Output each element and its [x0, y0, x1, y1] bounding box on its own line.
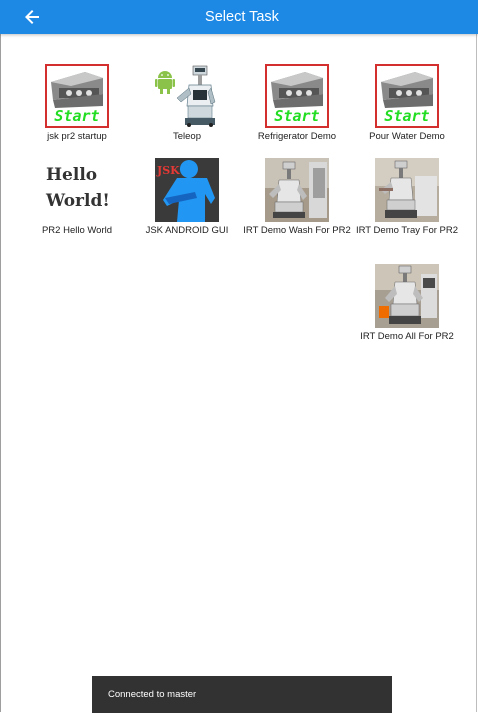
task-teleop[interactable]: Teleop [133, 64, 241, 143]
task-pr2-hello-world[interactable]: Hello World! PR2 Hello World [23, 158, 131, 237]
app-bar: Select Task [0, 0, 478, 34]
task-jsk-android-gui[interactable]: JSK JSK ANDROID GUI [133, 158, 241, 237]
hello-world-icon: Hello World! [45, 158, 109, 222]
task-irt-demo-tray[interactable]: IRT Demo Tray For PR2 [353, 158, 461, 237]
robot-photo-icon [375, 158, 439, 222]
svg-text:Start: Start [54, 107, 99, 125]
task-label: JSK ANDROID GUI [145, 225, 229, 236]
robot-photo-icon [265, 158, 329, 222]
task-label: Teleop [173, 131, 201, 142]
task-refrigerator-demo[interactable]: Start Refrigerator Demo [243, 64, 351, 143]
task-label: Refrigerator Demo [257, 131, 337, 142]
start-robot-icon: Start [265, 64, 329, 128]
start-robot-icon: Start [45, 64, 109, 128]
snackbar-message: Connected to master [108, 689, 197, 700]
arrow-left-icon [25, 10, 39, 24]
task-irt-demo-all[interactable]: IRT Demo All For PR2 [353, 264, 461, 343]
svg-text:World!: World! [45, 191, 109, 211]
svg-text:Start: Start [384, 107, 429, 125]
start-robot-icon: Start [375, 64, 439, 128]
task-label: Pour Water Demo [369, 131, 445, 142]
android-robot-icon [155, 64, 219, 128]
back-button[interactable] [20, 5, 44, 29]
robot-photo-icon [375, 264, 439, 328]
task-label: IRT Demo Tray For PR2 [355, 225, 459, 236]
jsk-person-icon: JSK [155, 158, 219, 222]
task-label: IRT Demo All For PR2 [360, 331, 454, 342]
task-label: jsk pr2 startup [47, 131, 107, 142]
snackbar: Connected to master [92, 676, 392, 713]
task-label: IRT Demo Wash For PR2 [243, 225, 351, 236]
svg-text:Start: Start [274, 107, 319, 125]
task-jsk-pr2-startup[interactable]: Start jsk pr2 startup [23, 64, 131, 143]
task-pour-water-demo[interactable]: Start Pour Water Demo [353, 64, 461, 143]
task-irt-demo-wash[interactable]: IRT Demo Wash For PR2 [243, 158, 351, 237]
task-label: PR2 Hello World [41, 225, 113, 236]
svg-text:Hello: Hello [46, 165, 97, 185]
page-title: Select Task [205, 9, 279, 25]
svg-text:JSK: JSK [156, 164, 180, 177]
